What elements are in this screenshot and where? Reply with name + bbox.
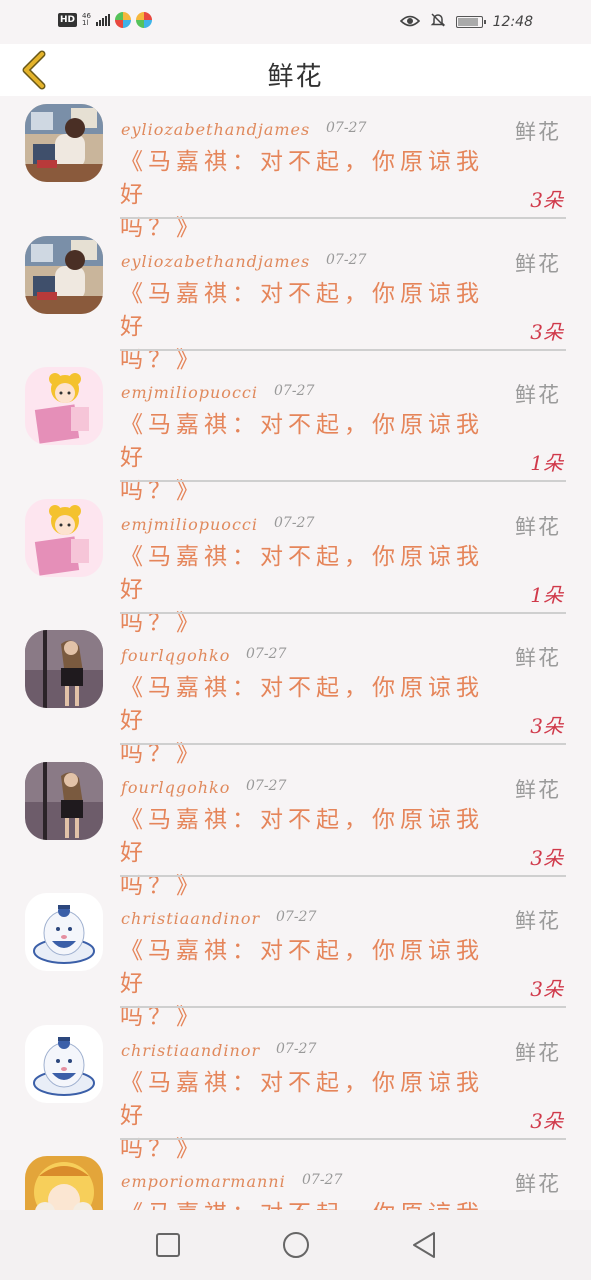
home-button[interactable] — [280, 1229, 312, 1261]
list-item[interactable]: emjmiliopuocci 07-27 鲜花 《马嘉祺：对不起，你原谅我好 吗？》 1朵 — [0, 491, 591, 636]
divider — [120, 217, 566, 219]
flower-count: 3朵 — [530, 1108, 563, 1133]
hd-badge: HD — [58, 13, 78, 27]
flower-count: 1朵 — [530, 582, 563, 607]
avatar[interactable] — [25, 630, 103, 708]
avatar[interactable] — [25, 893, 103, 971]
status-left: HD 46 1l — [58, 12, 152, 28]
bell-off-icon — [430, 12, 446, 32]
divider — [120, 1006, 566, 1008]
gift-type-label: 鲜花 — [515, 383, 561, 407]
date-label: 07-27 — [276, 909, 317, 925]
list-item[interactable]: emjmiliopuocci 07-27 鲜花 《马嘉祺：对不起，你原谅我好 吗？》 1朵 — [0, 359, 591, 504]
message-line-1: 《马嘉祺：对不起，你原谅我好 — [120, 149, 484, 208]
username[interactable]: eyliozabethandjames — [121, 120, 310, 139]
username[interactable]: emjmiliopuocci — [121, 515, 258, 534]
message-line-1: 《马嘉祺：对不起，你原谅我好 — [120, 1069, 484, 1129]
avatar[interactable] — [25, 235, 103, 314]
username[interactable]: fourlqgohko — [121, 646, 230, 665]
flower-count: 3朵 — [530, 845, 563, 870]
username[interactable]: eyliozabethandjames — [121, 252, 310, 271]
nav-back-button[interactable] — [408, 1229, 440, 1261]
recent-apps-icon — [155, 1233, 180, 1257]
gift-type-label: 鲜花 — [515, 1040, 561, 1065]
gift-type-label: 鲜花 — [515, 646, 561, 670]
app-notification-icon-1 — [114, 12, 131, 28]
list-item[interactable]: eyliozabethandjames 07-27 鲜花《马嘉祺：对不起，你原谅我好… — [0, 96, 591, 241]
gift-type-label: 鲜花 — [515, 1172, 561, 1196]
date-label: 07-27 — [246, 777, 287, 794]
network-type-bottom: 1l — [82, 19, 89, 27]
gift-type-label: 鲜花 — [515, 909, 561, 933]
message-text: 《马嘉祺：对不起，你原谅我好吗？》 — [120, 1198, 505, 1210]
divider — [120, 480, 566, 482]
battery-icon — [455, 16, 486, 28]
app-notification-icon-2 — [135, 12, 152, 28]
eye-icon — [399, 13, 420, 32]
clock: 12:48 — [492, 14, 533, 30]
message-line-1: 《马嘉祺：对不起，你原谅我好 — [120, 543, 484, 603]
list-item[interactable]: christiaandinor 07-27 鲜花 《马嘉祺：对不起，你原谅我好 吗？》 3… — [0, 885, 591, 1030]
flower-count: 3朵 — [530, 319, 563, 344]
avatar[interactable] — [25, 761, 103, 840]
gift-type-label: 鲜花 — [515, 514, 561, 539]
list-item[interactable]: eyliozabethandjames 07-27 鲜花《马嘉祺：对不起，你原谅我好… — [0, 228, 591, 373]
recent-apps-button[interactable] — [152, 1229, 184, 1261]
divider — [120, 348, 566, 351]
list-item[interactable]: christiaandinor 07-27 鲜花 《马嘉祺：对不起，你原谅我好 吗？》 3… — [0, 1017, 591, 1162]
date-label: 07-27 — [246, 646, 287, 662]
message-line-1: 《马嘉祺：对不起，你原谅我好 — [120, 675, 484, 734]
app-screen: HD 46 1l 12:48 鲜花 eyliozabethandjames 07… — [0, 0, 591, 1280]
divider — [120, 874, 566, 877]
list-item[interactable]: fourlqgohko 07-27 鲜花 《马嘉祺：对不起，你原谅我好 吗？》 3朵 — [0, 622, 591, 767]
flower-count: 3朵 — [530, 977, 563, 1001]
page-title: 鲜花 — [267, 62, 324, 92]
username[interactable]: fourlqgohko — [121, 778, 230, 797]
username[interactable]: emporiomarmanni — [121, 1172, 286, 1191]
gift-type-label: 鲜花 — [515, 777, 561, 802]
avatar[interactable] — [25, 498, 103, 577]
message-line-1: 《马嘉祺：对不起，你原谅我好 — [120, 412, 484, 471]
signal-icon — [95, 14, 110, 26]
gift-list[interactable]: eyliozabethandjames 07-27 鲜花 《马嘉祺：对不起，你原谅我好… — [0, 96, 591, 1210]
username[interactable]: christiaandinor — [121, 1041, 260, 1060]
status-right: 12:48 — [399, 12, 533, 32]
list-item[interactable]: fourlqgohko 07-27 鲜花 《马嘉祺：对不起，你原谅我好 吗？》 3朵 — [0, 754, 591, 899]
list-item[interactable]: emporiomarmanni07-27鲜花《马嘉祺：对不起，你原谅我好吗？》3… — [0, 1148, 591, 1210]
avatar[interactable] — [25, 1156, 103, 1210]
flower-count: 1朵 — [530, 451, 563, 475]
flower-count: 3朵 — [530, 188, 563, 212]
header: 鲜花 — [0, 44, 591, 96]
avatar[interactable] — [25, 1024, 103, 1103]
message-line-1: 《马嘉祺：对不起，你原谅我好 — [120, 1198, 505, 1210]
date-label: 07-27 — [326, 120, 367, 136]
avatar[interactable] — [25, 367, 103, 445]
network-type: 46 1l — [82, 13, 91, 27]
gift-type-label: 鲜花 — [515, 120, 561, 144]
date-label: 07-27 — [326, 251, 367, 268]
home-icon — [282, 1232, 309, 1258]
date-label: 07-27 — [302, 1172, 343, 1188]
avatar[interactable] — [25, 104, 103, 182]
message-line-1: 《马嘉祺：对不起，你原谅我好 — [120, 938, 484, 997]
date-label: 07-27 — [274, 383, 315, 399]
message-line-1: 《马嘉祺：对不起，你原谅我好 — [120, 806, 484, 866]
divider — [120, 1137, 566, 1140]
date-label: 07-27 — [276, 1040, 317, 1057]
divider — [120, 743, 566, 745]
flower-count: 3朵 — [530, 714, 563, 738]
username[interactable]: emjmiliopuocci — [121, 383, 258, 402]
date-label: 07-27 — [274, 514, 315, 531]
system-nav-bar — [0, 1210, 591, 1280]
status-bar: HD 46 1l 12:48 — [0, 0, 591, 44]
back-triangle-icon — [412, 1232, 435, 1258]
divider — [120, 611, 566, 614]
message-line-1: 《马嘉祺：对不起，你原谅我好 — [120, 280, 484, 340]
gift-type-label: 鲜花 — [515, 251, 561, 276]
username[interactable]: christiaandinor — [121, 909, 260, 928]
